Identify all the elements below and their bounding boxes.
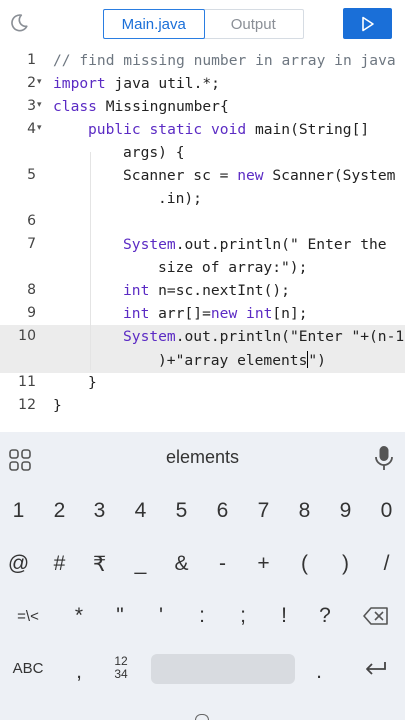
line-code: Scanner sc = new Scanner(System: [123, 167, 396, 184]
line-code: // find missing number in array in java: [53, 52, 396, 69]
key-2[interactable]: 2: [41, 486, 78, 536]
key-open-paren[interactable]: (: [286, 539, 323, 589]
line-number: 2: [27, 75, 36, 91]
numpad-key[interactable]: 12 34: [101, 643, 141, 693]
backspace-key[interactable]: [350, 591, 402, 641]
line-number: 9: [27, 305, 36, 321]
line-code: import java util.*;: [53, 75, 220, 92]
enter-icon: [366, 662, 386, 675]
key-4[interactable]: 4: [122, 486, 159, 536]
line-code-wrap: .in);: [158, 190, 202, 207]
line-code: }: [88, 374, 97, 391]
comma-key[interactable]: ,: [60, 647, 98, 697]
moon-icon[interactable]: [8, 12, 30, 34]
key-6[interactable]: 6: [204, 486, 241, 536]
line-number: 10: [18, 328, 36, 344]
fold-icon[interactable]: ▾: [37, 100, 47, 110]
key-exclamation[interactable]: !: [265, 591, 303, 641]
key-rupee[interactable]: ₹: [81, 539, 118, 589]
indent-guide: [90, 152, 91, 370]
key-colon[interactable]: :: [183, 591, 221, 641]
tab-output[interactable]: Output: [204, 10, 304, 38]
line-number: 5: [27, 167, 36, 183]
fold-icon[interactable]: ▾: [37, 77, 47, 87]
key-slash[interactable]: /: [368, 539, 405, 589]
line-number: 8: [27, 282, 36, 298]
key-close-paren[interactable]: ): [327, 539, 364, 589]
top-bar: Main.java Output: [0, 0, 405, 46]
line-code-wrap: )+"array elements"): [158, 351, 326, 369]
key-ampersand[interactable]: &: [163, 539, 200, 589]
key-semicolon[interactable]: ;: [224, 591, 262, 641]
key-underscore[interactable]: _: [122, 539, 159, 589]
line-number: 6: [27, 213, 36, 229]
key-1[interactable]: 1: [0, 486, 37, 536]
line-code: int n=sc.nextInt();: [123, 282, 290, 299]
line-number: 3: [27, 98, 36, 114]
symbol-row-1: @ # ₹ _ & - + ( ) /: [0, 539, 405, 589]
backspace-icon: [363, 607, 388, 625]
line-code: }: [53, 397, 62, 414]
number-row: 1 2 3 4 5 6 7 8 9 0: [0, 486, 405, 536]
line-number: 12: [18, 397, 36, 413]
key-hash[interactable]: #: [41, 539, 78, 589]
microphone-icon[interactable]: [373, 445, 395, 471]
play-icon: [361, 16, 374, 31]
key-3[interactable]: 3: [81, 486, 118, 536]
fold-icon[interactable]: ▾: [37, 123, 47, 133]
suggestion-word[interactable]: elements: [0, 447, 405, 468]
line-code-wrap: args) {: [123, 144, 185, 161]
key-0[interactable]: 0: [368, 486, 405, 536]
line-number: 7: [27, 236, 36, 252]
space-bar[interactable]: [151, 654, 295, 684]
key-asterisk[interactable]: *: [60, 591, 98, 641]
tab-main-java[interactable]: Main.java: [103, 9, 205, 39]
line-code: public static void main(String[]: [88, 121, 370, 138]
numpad-label-bottom: 34: [114, 667, 128, 681]
key-5[interactable]: 5: [163, 486, 200, 536]
line-number: 1: [27, 52, 36, 68]
key-8[interactable]: 8: [286, 486, 323, 536]
key-single-quote[interactable]: ': [142, 591, 180, 641]
suggestion-strip: elements: [0, 432, 405, 482]
abc-key[interactable]: ABC: [0, 643, 56, 693]
key-double-quote[interactable]: ": [101, 591, 139, 641]
period-key[interactable]: .: [300, 647, 338, 697]
text-cursor: [307, 351, 309, 368]
file-tabs: Main.java Output: [103, 9, 304, 39]
soft-keyboard: elements 1 2 3 4 5 6 7 8 9 0 @ # ₹ _ & -…: [0, 432, 405, 720]
line-number: 11: [18, 374, 36, 390]
code-editor[interactable]: 1 // find missing number in array in jav…: [0, 46, 405, 430]
symbol-row-2: =\< * " ' : ; ! ?: [0, 591, 405, 641]
run-button[interactable]: [343, 8, 392, 39]
key-plus[interactable]: +: [245, 539, 282, 589]
line-code-wrap: size of array:");: [158, 259, 308, 276]
key-7[interactable]: 7: [245, 486, 282, 536]
key-question[interactable]: ?: [306, 591, 344, 641]
line-number: 4: [27, 121, 36, 137]
line-code: class Missingnumber{: [53, 98, 229, 115]
key-9[interactable]: 9: [327, 486, 364, 536]
nav-handle[interactable]: [195, 714, 209, 720]
key-at[interactable]: @: [0, 539, 37, 589]
key-more-symbols[interactable]: =\<: [0, 591, 56, 641]
key-minus[interactable]: -: [204, 539, 241, 589]
line-code: int arr[]=new int[n];: [123, 305, 308, 322]
enter-key[interactable]: [350, 643, 402, 693]
line-code: System.out.println(" Enter the: [123, 236, 387, 253]
line-code: System.out.println("Enter "+(n-1: [123, 328, 405, 345]
